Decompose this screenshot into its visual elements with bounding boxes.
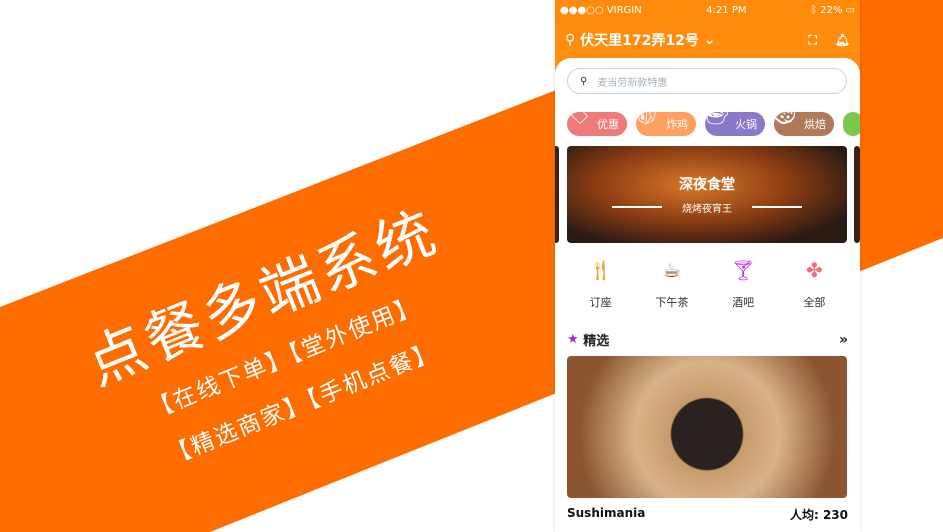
takeout-box-icon: 🥡︎ — [634, 102, 660, 126]
quick-label: 订座 — [589, 296, 612, 309]
quick-all[interactable]: ✤ 全部 — [784, 258, 844, 310]
category-hotpot[interactable]: 🍲︎ 火锅 — [703, 102, 765, 136]
section-title: 精选 — [583, 334, 610, 349]
scan-icon[interactable]: ⛶ — [808, 33, 816, 48]
battery-level: 22% — [820, 4, 843, 16]
divider — [612, 206, 662, 208]
search-input[interactable]: ⚲ 麦当劳新款特惠 — [567, 68, 847, 94]
search-icon: ⚲ — [580, 75, 588, 87]
quick-afternoon-tea[interactable]: ☕︎ 下午茶 — [642, 258, 702, 310]
category-label: 优惠 — [597, 118, 619, 131]
restaurant-name[interactable]: Sushimania — [567, 506, 645, 523]
time: 4:21 PM — [706, 4, 747, 16]
tag-icon: 🏷︎ — [565, 102, 591, 126]
status-bar: ●●●○○ VIRGIN 4:21 PM ᛒ 22% ▭ — [555, 0, 860, 20]
cookie-icon: 🍪︎ — [772, 102, 798, 126]
quick-label: 全部 — [803, 296, 826, 309]
category-label: 炸鸡 — [666, 118, 688, 131]
location-selector[interactable]: 伏天里172弄12号 — [580, 30, 699, 50]
star-icon: ★ — [567, 332, 584, 347]
category-label: 烘焙 — [804, 118, 826, 131]
restaurant-photo[interactable] — [567, 356, 847, 498]
phone-screen: ●●●○○ VIRGIN 4:21 PM ᛒ 22% ▭ ⚲ 伏天里172弄12… — [555, 0, 860, 532]
category-discount[interactable]: 🏷︎ 优惠 — [565, 102, 627, 136]
utensils-icon: 🍴︎ — [587, 258, 614, 282]
cocktail-icon: 🍸︎ — [730, 258, 756, 282]
carousel-next-slide[interactable] — [854, 146, 860, 243]
quick-reserve[interactable]: 🍴︎ 订座 — [571, 258, 631, 310]
banner-subtitle: 烧烤夜宵王 — [682, 204, 732, 215]
restaurant-price: 人均: 230 — [789, 508, 848, 522]
carrier: ●●●○○ VIRGIN — [560, 4, 642, 16]
category-sushi[interactable] — [843, 112, 860, 136]
coffee-icon: ☕︎ — [662, 258, 681, 282]
banner-title: 深夜食堂 — [679, 177, 735, 193]
promo-banner[interactable]: 深夜食堂 烧烤夜宵王 — [567, 146, 847, 243]
carousel-prev-slide[interactable] — [555, 146, 559, 243]
battery-icon: ▭ — [845, 4, 855, 16]
quick-label: 下午茶 — [655, 296, 689, 309]
category-bakery[interactable]: 🍪︎ 烘焙 — [772, 102, 834, 136]
hotpot-icon: 🍲︎ — [703, 102, 729, 126]
double-chevron-right-icon[interactable]: » — [839, 332, 848, 348]
category-label: 火锅 — [735, 118, 757, 131]
quick-label: 酒吧 — [732, 296, 755, 309]
bell-icon[interactable]: 🔔︎ — [835, 33, 850, 48]
category-fried-chicken[interactable]: 🥡︎ 炸鸡 — [634, 102, 696, 136]
quick-bar[interactable]: 🍸︎ 酒吧 — [713, 258, 773, 310]
bluetooth-icon: ᛒ — [810, 4, 821, 16]
chevron-down-icon[interactable]: ⌄ — [699, 32, 716, 48]
divider — [752, 206, 802, 208]
clover-icon: ✤ — [805, 258, 823, 282]
location-pin-icon: ⚲ — [565, 32, 581, 48]
search-placeholder: 麦当劳新款特惠 — [597, 77, 668, 89]
